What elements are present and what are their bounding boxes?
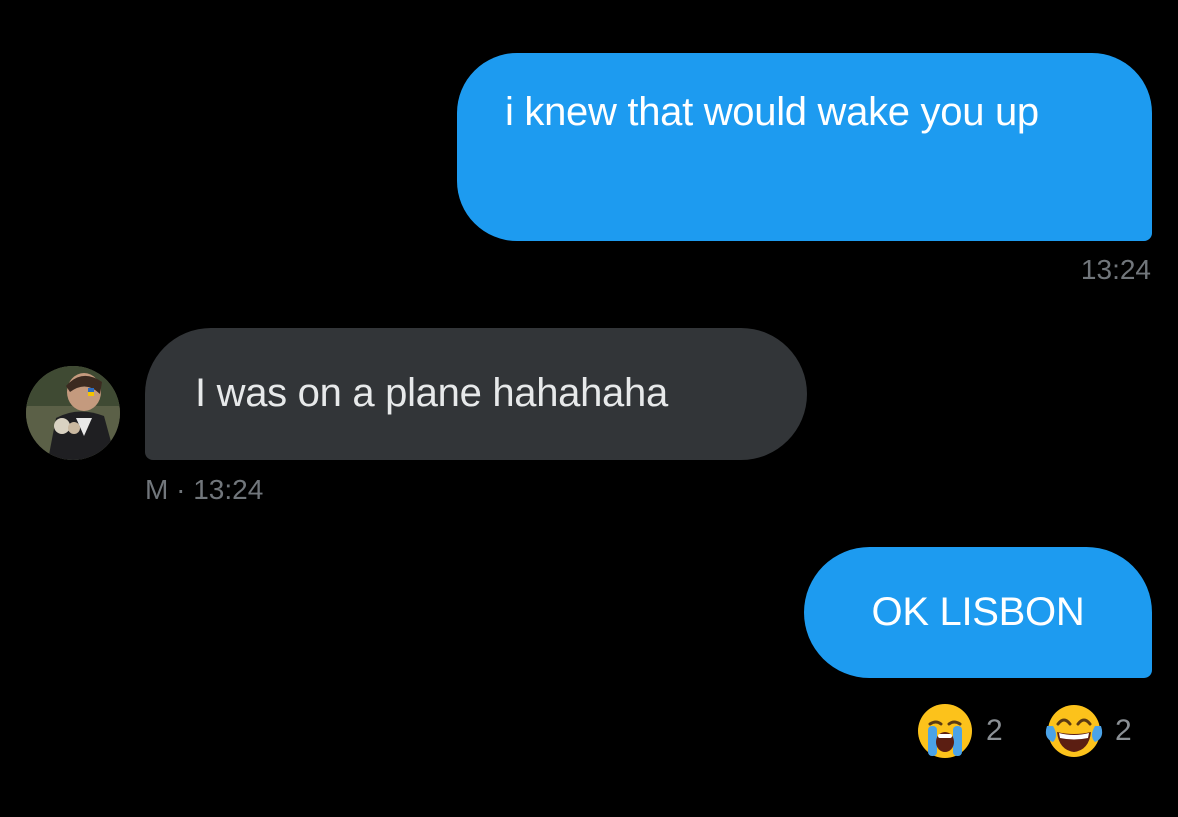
- outgoing-message-bubble[interactable]: i knew that would wake you up: [457, 53, 1152, 241]
- message-timestamp: 13:24: [1080, 254, 1151, 285]
- avatar-photo-icon: [26, 366, 120, 460]
- reaction-count: 2: [1115, 714, 1132, 747]
- incoming-message-bubble[interactable]: I was on a plane hahahaha: [145, 328, 807, 460]
- message-sender-timestamp: M · 13:24: [145, 474, 264, 505]
- reaction-loudly-crying[interactable]: 2: [916, 702, 1003, 760]
- reaction-tears-of-joy[interactable]: 2: [1045, 702, 1132, 760]
- outgoing-message-bubble[interactable]: OK LISBON: [804, 547, 1152, 678]
- avatar[interactable]: [26, 366, 120, 460]
- loudly-crying-face-icon: [918, 704, 972, 758]
- face-with-tears-of-joy-icon: [1045, 705, 1103, 757]
- reaction-count: 2: [986, 714, 1003, 747]
